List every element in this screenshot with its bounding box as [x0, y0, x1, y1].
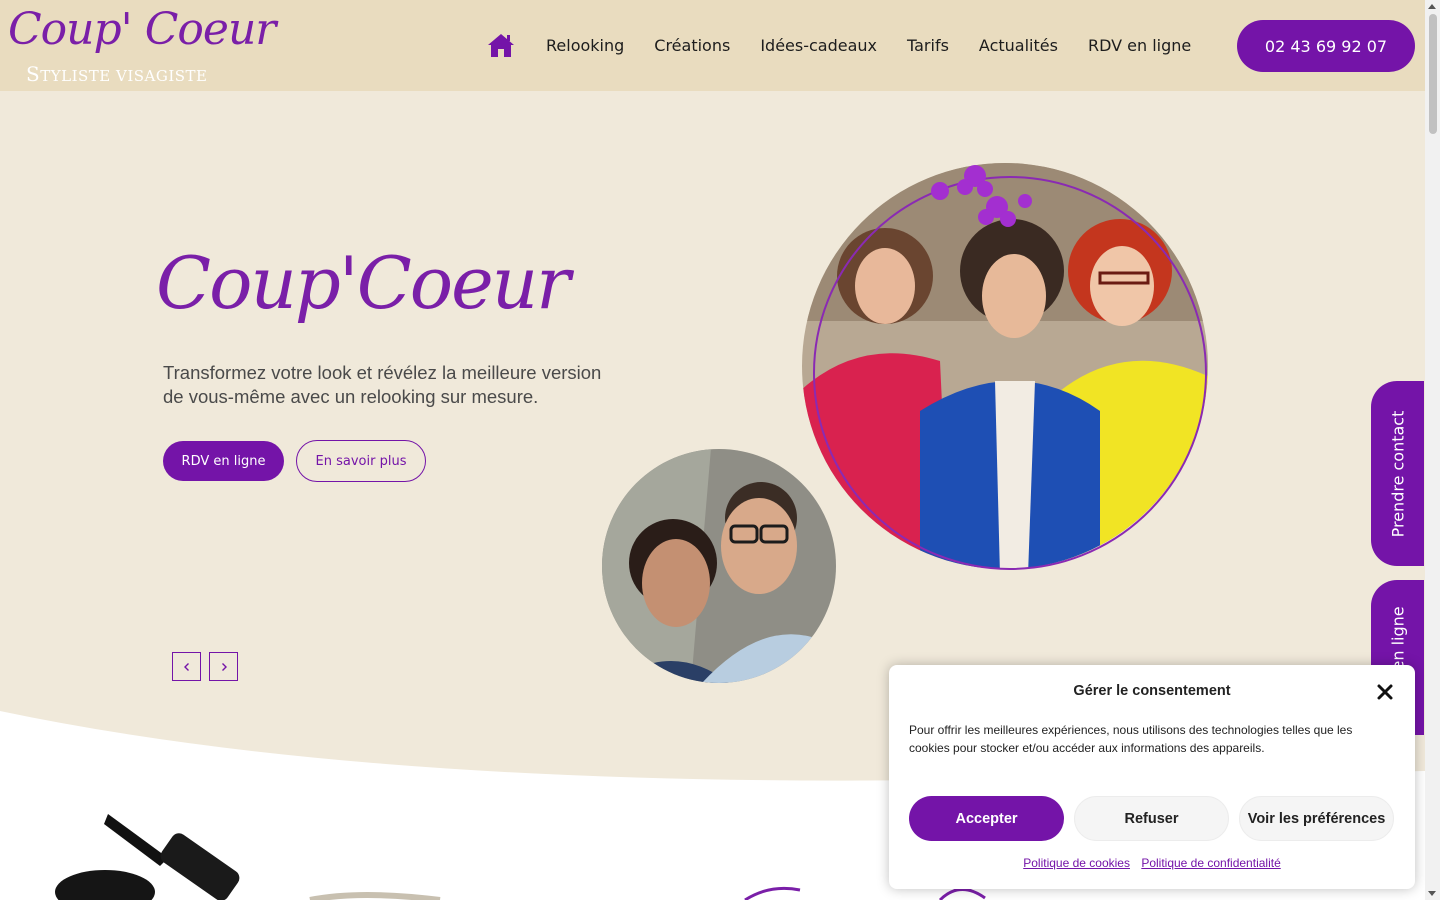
- hero-title: Coup'Coeur: [156, 241, 571, 325]
- cookie-title: Gérer le consentement: [1073, 683, 1231, 699]
- nav-item-idees-cadeaux[interactable]: Idées-cadeaux: [760, 36, 877, 55]
- logo-tagline-initial: S: [26, 62, 41, 86]
- logo-tagline-rest: TYLISTE VISAGISTE: [40, 67, 208, 85]
- cookie-accept-button[interactable]: Accepter: [909, 796, 1064, 841]
- slider-prev-button[interactable]: [172, 652, 201, 681]
- slider-next-button[interactable]: [209, 652, 238, 681]
- scroll-down-arrow[interactable]: [1428, 891, 1436, 896]
- home-icon: [488, 34, 514, 57]
- hero-learn-more-button[interactable]: En savoir plus: [296, 440, 426, 482]
- nav-item-actualites[interactable]: Actualités: [979, 36, 1058, 55]
- hero-photo-team: [802, 163, 1208, 570]
- cookie-policy-link[interactable]: Politique de cookies: [1023, 856, 1130, 870]
- chevron-left-icon: [183, 662, 189, 671]
- logo-wordmark: Coup' Coeur: [8, 4, 276, 55]
- nav-home-link[interactable]: [486, 30, 516, 60]
- cookie-preferences-button[interactable]: Voir les préférences: [1239, 796, 1394, 841]
- main-nav: Relooking Créations Idées-cadeaux Tarifs…: [486, 30, 1191, 60]
- close-icon: [1377, 684, 1393, 700]
- side-tab-contact[interactable]: Prendre contact: [1371, 381, 1424, 566]
- cookie-consent-dialog: Gérer le consentement Pour offrir les me…: [889, 665, 1415, 889]
- site-header: Coup' Coeur STYLISTE VISAGISTE Relooking…: [0, 0, 1425, 91]
- cookie-links: Politique de cookies Politique de confid…: [889, 856, 1415, 870]
- cookie-description: Pour offrir les meilleures expériences, …: [909, 723, 1353, 755]
- nav-item-creations[interactable]: Créations: [654, 36, 730, 55]
- scroll-up-arrow[interactable]: [1428, 4, 1436, 9]
- scroll-thumb[interactable]: [1429, 14, 1437, 134]
- cookie-refuse-button[interactable]: Refuser: [1074, 796, 1229, 841]
- side-tab-contact-label: Prendre contact: [1388, 410, 1407, 537]
- nav-item-relooking[interactable]: Relooking: [546, 36, 624, 55]
- hero-photo-couple: [602, 449, 836, 683]
- privacy-policy-link[interactable]: Politique de confidentialité: [1141, 856, 1280, 870]
- site-logo[interactable]: Coup' Coeur STYLISTE VISAGISTE: [8, 4, 276, 86]
- chevron-right-icon: [221, 662, 227, 671]
- brush-image: [55, 814, 240, 900]
- cookie-close-button[interactable]: [1376, 683, 1394, 701]
- page-scrollbar[interactable]: [1425, 0, 1440, 900]
- logo-tagline: STYLISTE VISAGISTE: [26, 62, 208, 86]
- phone-button[interactable]: 02 43 69 92 07: [1237, 20, 1415, 72]
- hero-rdv-button[interactable]: RDV en ligne: [163, 441, 284, 481]
- nav-item-tarifs[interactable]: Tarifs: [907, 36, 949, 55]
- hero-tagline: Transformez votre look et révélez la mei…: [163, 362, 602, 407]
- nav-item-rdv-en-ligne[interactable]: RDV en ligne: [1088, 36, 1191, 55]
